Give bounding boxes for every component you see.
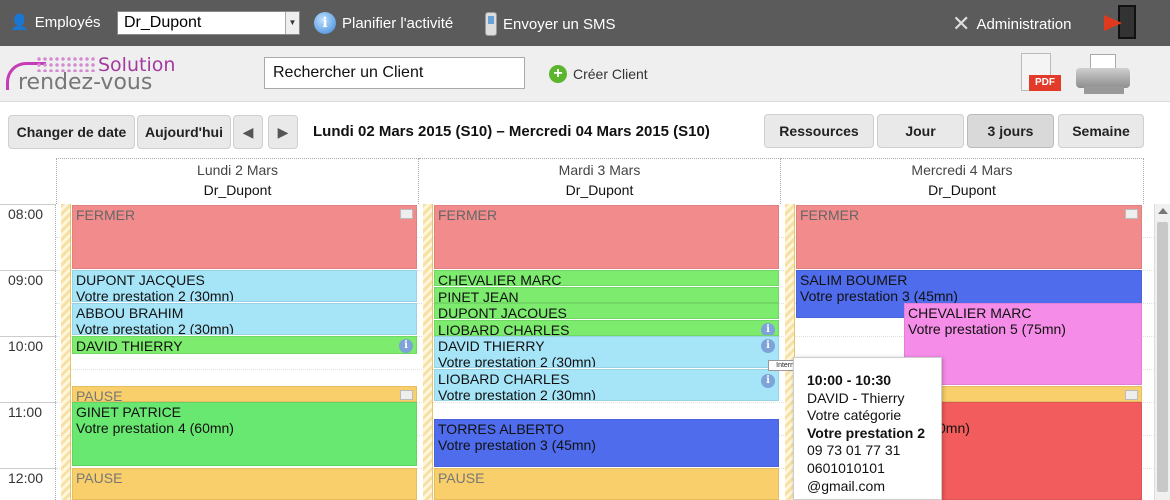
info-icon[interactable]: i: [761, 339, 775, 353]
logo: Solution rendez-vous: [6, 52, 181, 96]
next-arrow-icon[interactable]: ▶: [268, 115, 298, 149]
event-pause[interactable]: PAUSE: [72, 386, 417, 402]
time-label: 11:00: [8, 404, 42, 420]
administration-link[interactable]: ✕ Administration: [952, 11, 1071, 37]
event-appointment[interactable]: TORRES ALBERTO Votre prestation 3 (45mn): [434, 419, 779, 467]
column-day: Mardi 3 Mars: [558, 162, 641, 178]
availability-stripe: [423, 204, 433, 500]
event-appointment[interactable]: ABBOU BRAHIM Votre prestation 2 (30mn): [72, 303, 417, 335]
view-resources-button[interactable]: Ressources: [764, 114, 874, 148]
logo-text-rendez-vous: rendez-vous: [18, 70, 153, 95]
client-search-value: Rechercher un Client: [273, 64, 424, 81]
column-day: Mercredi 4 Mars: [911, 162, 1013, 178]
event-appointment[interactable]: DUPONT JACQUES: [434, 303, 779, 319]
plan-activity-label: Planifier l'activité: [342, 14, 454, 32]
scroll-up-icon[interactable]: [1158, 208, 1168, 214]
printer-icon[interactable]: [1072, 54, 1132, 96]
employee-select-value: Dr_Dupont: [124, 14, 202, 31]
event-appointment[interactable]: LIOBARD CHARLES Votre prestation 2 (30mn)…: [434, 369, 779, 401]
time-label: 12:00: [8, 470, 44, 486]
event-appointment[interactable]: GINET PATRICE Votre prestation 4 (60mn): [72, 402, 417, 466]
view-day-button[interactable]: Jour: [877, 114, 964, 148]
column-header-wednesday: Mercredi 4 Mars Dr_Dupont: [781, 158, 1144, 204]
chevron-down-icon: ▼: [285, 12, 299, 34]
column-resource: Dr_Dupont: [565, 182, 634, 198]
event-appointment[interactable]: DUPONT JACQUES Votre prestation 2 (30mn): [72, 270, 417, 302]
popup-category: Votre catégorie: [807, 407, 902, 424]
event-appointment[interactable]: CHEVALIER MARC: [434, 270, 779, 286]
popup-phone: 09 73 01 77 31: [807, 442, 901, 459]
calendar-scrollbar[interactable]: [1154, 204, 1170, 500]
column-header-tuesday: Mardi 3 Mars Dr_Dupont: [419, 158, 781, 204]
prev-arrow-icon[interactable]: ◀: [233, 115, 263, 149]
event-appointment[interactable]: LIOBARD CHARLES i: [434, 320, 779, 336]
event-closed[interactable]: FERMER: [72, 205, 417, 269]
event-closed[interactable]: FERMER: [434, 205, 779, 269]
popup-email: @gmail.com: [807, 477, 886, 494]
client-search-input[interactable]: Rechercher un Client: [264, 57, 525, 89]
note-icon: [1125, 209, 1138, 219]
mobile-phone-icon: [485, 12, 497, 36]
note-icon: [400, 209, 413, 219]
info-icon[interactable]: i: [761, 374, 775, 388]
popup-mobile: 0601010101: [807, 459, 885, 476]
event-appointment[interactable]: DAVID THIERRY Votre prestation 2 (30mn) i: [434, 336, 779, 368]
employee-select[interactable]: Dr_Dupont ▼: [117, 11, 300, 35]
time-column: 08:00 09:00 10:00 11:00 12:00: [0, 204, 56, 500]
employees-menu[interactable]: 👤 Employés: [10, 13, 101, 32]
view-3days-button[interactable]: 3 jours: [967, 114, 1054, 148]
note-icon: [1125, 390, 1138, 400]
appointment-popup: 10:00 - 10:30 DAVID - Thierry Votre caté…: [793, 357, 942, 500]
popup-prestation: Votre prestation 2: [807, 424, 925, 441]
pdf-icon[interactable]: PDF: [1013, 53, 1063, 93]
event-pause[interactable]: PAUSE: [72, 468, 417, 500]
send-sms-label: Envoyer un SMS: [503, 15, 616, 33]
logout-icon[interactable]: [1104, 5, 1138, 39]
info-icon[interactable]: i: [761, 323, 775, 335]
create-client-label: Créer Client: [573, 66, 648, 82]
column-day: Lundi 2 Mars: [197, 162, 278, 178]
popup-time: 10:00 - 10:30: [807, 372, 892, 388]
plus-icon: +: [549, 65, 567, 83]
tools-icon: ✕: [952, 11, 971, 36]
employees-label: Employés: [34, 13, 101, 31]
date-range-title: Lundi 02 Mars 2015 (S10) – Mercredi 04 M…: [313, 123, 710, 140]
top-bar: 👤 Employés Dr_Dupont ▼ i Planifier l'act…: [0, 0, 1170, 46]
event-closed[interactable]: FERMER: [796, 205, 1142, 269]
send-sms-link[interactable]: Envoyer un SMS: [485, 12, 616, 36]
info-icon: i: [314, 12, 336, 34]
note-icon: [400, 390, 413, 400]
view-week-button[interactable]: Semaine: [1058, 114, 1144, 148]
event-appointment[interactable]: DAVID THIERRY i: [72, 336, 417, 354]
event-pause[interactable]: PAUSE: [434, 468, 779, 500]
column-resource: Dr_Dupont: [928, 182, 996, 198]
info-icon[interactable]: i: [399, 339, 413, 353]
plan-activity-link[interactable]: i Planifier l'activité: [314, 12, 453, 34]
scrollbar-thumb[interactable]: [1157, 222, 1168, 492]
column-header-monday: Lundi 2 Mars Dr_Dupont: [56, 158, 419, 204]
availability-stripe: [61, 204, 71, 500]
today-button[interactable]: Aujourd'hui: [137, 115, 231, 149]
administration-label: Administration: [976, 15, 1072, 33]
event-appointment[interactable]: PINET JEAN: [434, 287, 779, 303]
employees-icon: 👤: [10, 14, 29, 31]
time-label: 09:00: [8, 272, 44, 288]
column-resource: Dr_Dupont: [203, 182, 272, 198]
popup-name: DAVID - Thierry: [807, 389, 905, 406]
time-label: 08:00: [8, 206, 44, 222]
time-label: 10:00: [8, 338, 44, 354]
create-client-button[interactable]: + Créer Client: [549, 65, 648, 83]
change-date-button[interactable]: Changer de date: [8, 115, 135, 149]
